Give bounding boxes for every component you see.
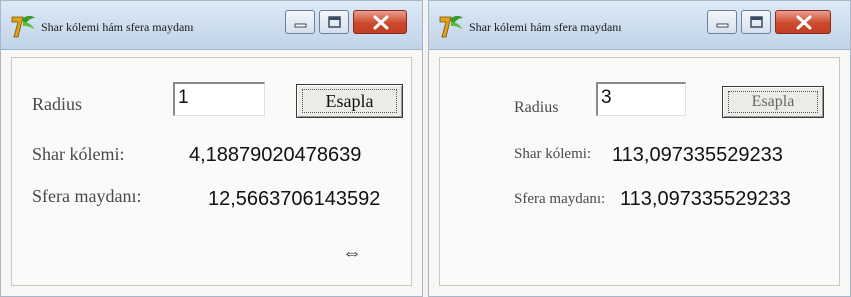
radius-input[interactable]: 3: [596, 82, 686, 116]
app-icon: [11, 15, 35, 38]
radius-label: Radius: [32, 94, 83, 114]
calculate-button[interactable]: Esapla: [296, 84, 403, 118]
radius-label: Radius: [514, 99, 559, 116]
calculate-button-label: Esapla: [751, 93, 795, 110]
volume-value: 4,18879020478639: [189, 144, 362, 166]
form-client-area: Radius 3 Esapla Shar kólemi: 113,0973355…: [439, 57, 840, 286]
area-label: Sfera maydanı:: [514, 191, 606, 207]
calculate-button[interactable]: Esapla: [722, 86, 824, 118]
area-value: 113,097335529233: [620, 188, 791, 210]
close-button[interactable]: [353, 10, 407, 34]
close-icon: [796, 15, 812, 30]
form-client-area: Radius 1 Esapla Shar kólemi: 4,188790204…: [11, 57, 412, 286]
calculator-window-2: Shar kólemi hám sfera maydanı Radius 3 E…: [428, 0, 851, 297]
window-title: Shar kólemi hám sfera maydanı: [41, 20, 194, 34]
minimize-icon: [716, 23, 729, 28]
volume-value: 113,097335529233: [612, 144, 783, 166]
maximize-button[interactable]: [741, 10, 771, 34]
maximize-icon: [750, 16, 763, 28]
calculate-button-label: Esapla: [325, 91, 374, 111]
window-title: Shar kólemi hám sfera maydanı: [469, 20, 622, 34]
resize-cursor-icon: ⇔: [342, 242, 362, 264]
calculator-window-1: Shar kólemi hám sfera maydanı Radius 1 E…: [0, 0, 423, 297]
minimize-button[interactable]: [285, 10, 315, 34]
minimize-icon: [294, 23, 307, 28]
minimize-button[interactable]: [707, 10, 737, 34]
maximize-button[interactable]: [319, 10, 349, 34]
close-button[interactable]: [775, 10, 831, 34]
radius-input[interactable]: 1: [173, 82, 265, 116]
close-icon: [373, 15, 389, 30]
title-bar[interactable]: Shar kólemi hám sfera maydanı: [1, 1, 422, 50]
area-label: Sfera maydanı:: [32, 186, 142, 206]
app-icon: [439, 15, 463, 38]
maximize-icon: [328, 16, 341, 28]
volume-label: Shar kólemi:: [32, 144, 125, 164]
volume-label: Shar kólemi:: [514, 146, 592, 162]
title-bar[interactable]: Shar kólemi hám sfera maydanı: [429, 1, 850, 50]
area-value: 12,5663706143592: [208, 188, 381, 210]
